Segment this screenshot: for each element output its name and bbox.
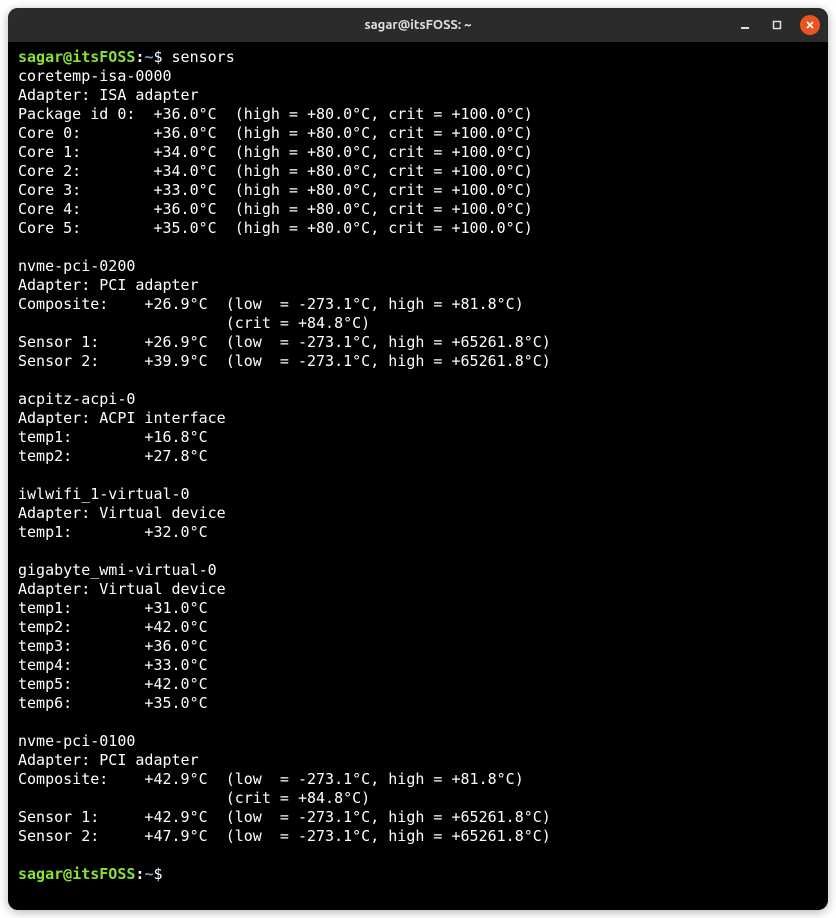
terminal-window: sagar@itsFOSS: ~ sagar@itsFOSS:~$ sensor… bbox=[8, 8, 828, 910]
prompt-user: sagar bbox=[18, 48, 63, 66]
command-output: coretemp-isa-0000 Adapter: ISA adapter P… bbox=[18, 67, 551, 845]
command-text: sensors bbox=[172, 48, 235, 66]
window-title: sagar@itsFOSS: ~ bbox=[364, 18, 471, 32]
prompt2-at: @ bbox=[63, 865, 72, 883]
terminal-body[interactable]: sagar@itsFOSS:~$ sensors coretemp-isa-00… bbox=[8, 42, 828, 910]
maximize-icon bbox=[771, 19, 783, 31]
window-controls bbox=[736, 15, 820, 35]
minimize-button[interactable] bbox=[736, 16, 754, 34]
prompt-dollar: $ bbox=[153, 48, 171, 66]
minimize-icon bbox=[739, 19, 751, 31]
prompt-host: itsFOSS bbox=[72, 48, 135, 66]
close-icon bbox=[805, 20, 815, 30]
maximize-button[interactable] bbox=[768, 16, 786, 34]
prompt2-dollar: $ bbox=[153, 865, 171, 883]
close-button[interactable] bbox=[800, 15, 820, 35]
prompt2-host: itsFOSS bbox=[72, 865, 135, 883]
prompt2-user: sagar bbox=[18, 865, 63, 883]
titlebar[interactable]: sagar@itsFOSS: ~ bbox=[8, 8, 828, 42]
prompt-at: @ bbox=[63, 48, 72, 66]
